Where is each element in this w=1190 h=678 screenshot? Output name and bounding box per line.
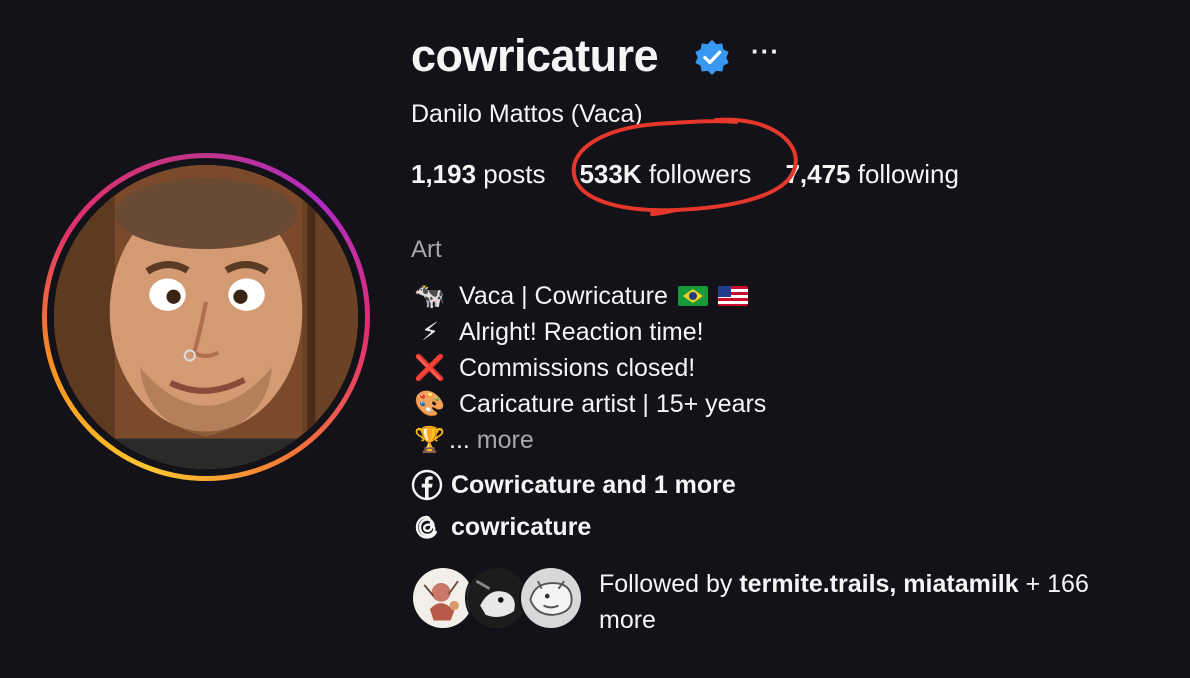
bio-line: ❌ Commissions closed! xyxy=(411,350,766,386)
followed-by-text: Followed by termite.trails, miatamilk + … xyxy=(599,566,1129,638)
profile-photo xyxy=(54,165,358,469)
bio-line: 🏆 ... more xyxy=(411,422,766,458)
bio-text: Vaca | Cowricature xyxy=(459,282,668,310)
category-label: Art xyxy=(411,236,442,263)
bio-more-link[interactable]: more xyxy=(477,422,534,458)
posts-label: posts xyxy=(476,159,546,189)
profile-avatar-story-ring[interactable] xyxy=(42,153,370,481)
posts-stat: 1,193 posts xyxy=(411,159,545,190)
bio-line: 🎨 Caricature artist | 15+ years xyxy=(411,386,766,422)
followed-by-names[interactable]: termite.trails, miatamilk xyxy=(739,570,1018,598)
bio-line: 🐄 Vaca | Cowricature xyxy=(411,278,766,314)
cow-emoji: 🐄 xyxy=(414,282,446,310)
profile-page: cowricature ··· Danilo Mattos (Vaca) 1,1… xyxy=(0,0,1190,678)
cross-mark-emoji: ❌ xyxy=(414,354,446,382)
username-heading: cowricature xyxy=(411,30,659,81)
followed-by-section[interactable]: Followed by termite.trails, miatamilk + … xyxy=(411,566,1129,638)
lightning-emoji: ⚡ xyxy=(421,318,439,346)
following-stat[interactable]: 7,475 following xyxy=(785,159,958,190)
bio-line: ⚡ Alright! Reaction time! xyxy=(411,314,766,350)
threads-link-label: cowricature xyxy=(451,512,592,541)
usa-flag-icon xyxy=(717,286,748,306)
followed-by-prefix: Followed by xyxy=(599,570,740,598)
profile-avatar xyxy=(54,165,358,469)
bio-text: Alright! Reaction time! xyxy=(459,318,704,346)
following-label: following xyxy=(850,159,959,189)
mutual-follower-avatars xyxy=(411,566,587,632)
brazil-flag-icon xyxy=(677,286,708,306)
facebook-link-label: Cowricature and 1 more xyxy=(451,470,736,499)
bio-text: Caricature artist | 15+ years xyxy=(459,390,767,418)
more-options-icon[interactable]: ··· xyxy=(751,36,780,67)
full-name: Danilo Mattos (Vaca) xyxy=(411,100,643,128)
following-count: 7,475 xyxy=(785,159,851,189)
facebook-icon xyxy=(411,469,443,501)
followers-count: 533K xyxy=(579,159,642,189)
profile-stats: 1,193 posts 533K followers 7,475 followi… xyxy=(411,159,959,190)
followers-stat[interactable]: 533K followers xyxy=(579,159,751,190)
bio: 🐄 Vaca | Cowricature ⚡ Alright! Reaction… xyxy=(411,278,766,458)
palette-emoji: 🎨 xyxy=(414,390,446,418)
threads-icon xyxy=(415,515,437,539)
profile-links: Cowricature and 1 more cowricature xyxy=(411,464,736,548)
facebook-link[interactable]: Cowricature and 1 more xyxy=(411,464,736,506)
followers-label: followers xyxy=(641,159,752,189)
bio-ellipsis: ... xyxy=(449,426,477,454)
verified-badge-icon xyxy=(695,39,729,76)
threads-link[interactable]: cowricature xyxy=(411,506,736,548)
trophy-emoji: 🏆 xyxy=(414,426,446,454)
posts-count: 1,193 xyxy=(411,159,477,189)
bio-text: Commissions closed! xyxy=(459,354,696,382)
mutual-avatar xyxy=(519,566,583,630)
